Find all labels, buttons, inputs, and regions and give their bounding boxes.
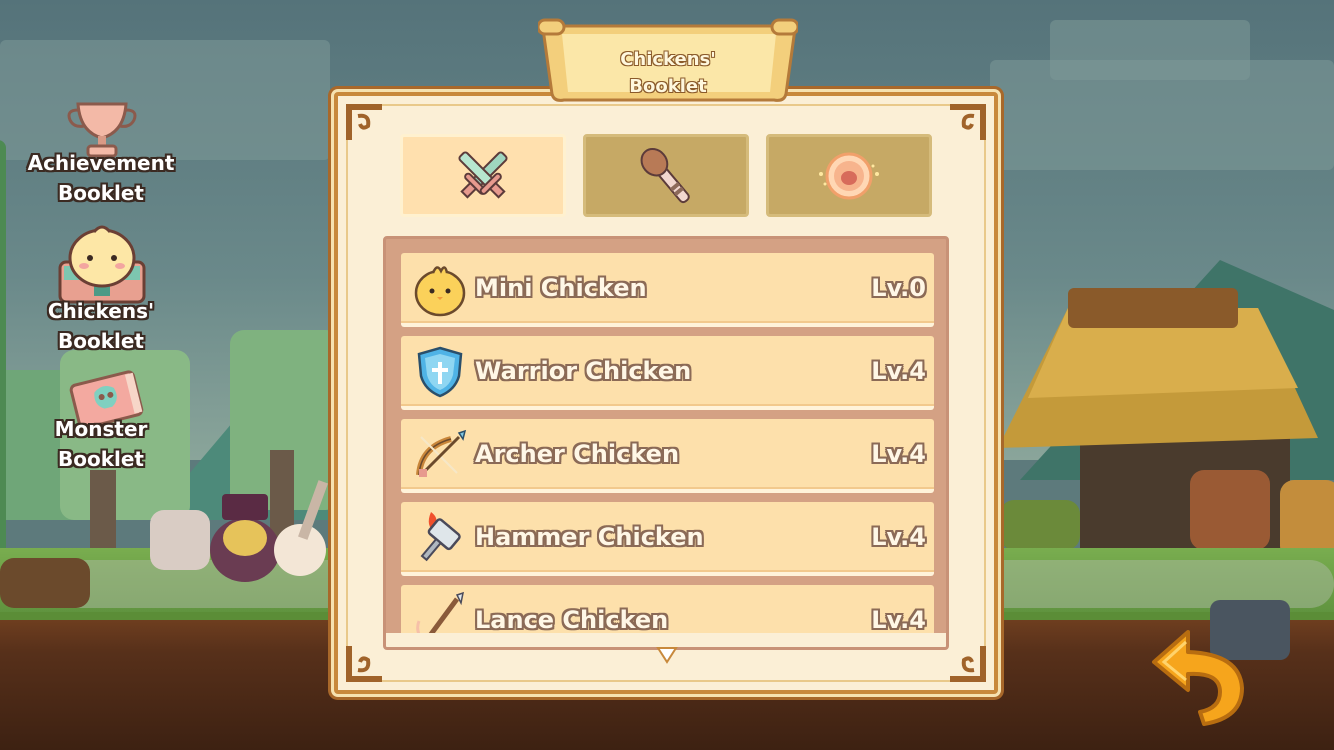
corner-ornament — [950, 646, 986, 682]
chicken-list[interactable]: Mini Chicken Lv.0 Warrior Chicken Lv.4 A… — [383, 236, 949, 650]
chicken-level: Lv.4 — [871, 440, 926, 468]
club-staff-icon — [640, 147, 690, 203]
chickens-booklet-label: Chickens' Booklet — [47, 299, 155, 353]
plant-box — [1000, 500, 1080, 550]
page-title: Chickens' Booklet — [620, 49, 716, 97]
corner-ornament — [950, 104, 986, 140]
monster-booklet-label: Monster Booklet — [54, 417, 148, 471]
tab-items[interactable] — [766, 134, 932, 217]
list-item-lance-chicken[interactable]: Lance Chicken Lv.4 — [401, 585, 934, 647]
tree-trunk — [90, 470, 116, 560]
chickens-booklet-button[interactable]: Chickens' Booklet — [20, 222, 182, 357]
mini-chick-icon — [414, 266, 466, 317]
cloud — [1050, 20, 1250, 80]
scroll-down-icon[interactable] — [656, 646, 678, 664]
achievement-booklet-button[interactable]: Achievement Booklet — [20, 98, 182, 208]
chicken-level: Lv.4 — [871, 357, 926, 385]
chicken-level: Lv.4 — [871, 606, 926, 634]
list-item-mini-chicken[interactable]: Mini Chicken Lv.0 — [401, 253, 934, 327]
tree — [0, 140, 6, 560]
chicken-name: Warrior Chicken — [475, 357, 692, 385]
list-item-archer-chicken[interactable]: Archer Chicken Lv.4 — [401, 419, 934, 493]
shield-icon — [417, 346, 463, 398]
fallen-log — [0, 558, 90, 608]
meat-orb-icon — [819, 152, 879, 199]
achievement-booklet-label: Achievement Booklet — [27, 151, 175, 205]
corner-ornament — [346, 104, 382, 140]
hut-roof — [998, 288, 1318, 448]
chicken-party-characters — [150, 480, 328, 582]
list-item-warrior-chicken[interactable]: Warrior Chicken Lv.4 — [401, 336, 934, 410]
monster-booklet-button[interactable]: Monster Booklet — [20, 368, 182, 473]
chicken-book-icon — [58, 225, 146, 304]
crossed-swords-icon — [458, 150, 508, 199]
tab-weapons[interactable] — [400, 134, 566, 217]
crossbow-icon — [416, 429, 467, 477]
chicken-name: Archer Chicken — [475, 440, 680, 468]
title-scroll-banner: Chickens' Booklet — [538, 16, 798, 106]
tab-accessories[interactable] — [583, 134, 749, 217]
lance-icon — [416, 591, 464, 647]
list-item-hammer-chicken[interactable]: Hammer Chicken Lv.4 — [401, 502, 934, 576]
back-arrow-icon[interactable] — [1150, 626, 1248, 726]
chicken-name: Hammer Chicken — [475, 523, 704, 551]
chicken-level: Lv.0 — [871, 274, 926, 302]
firewood-stack — [1190, 470, 1270, 550]
chicken-name: Lance Chicken — [475, 606, 669, 634]
chicken-level: Lv.4 — [871, 523, 926, 551]
chicken-name: Mini Chicken — [475, 274, 647, 302]
flaming-hammer-icon — [420, 512, 461, 562]
